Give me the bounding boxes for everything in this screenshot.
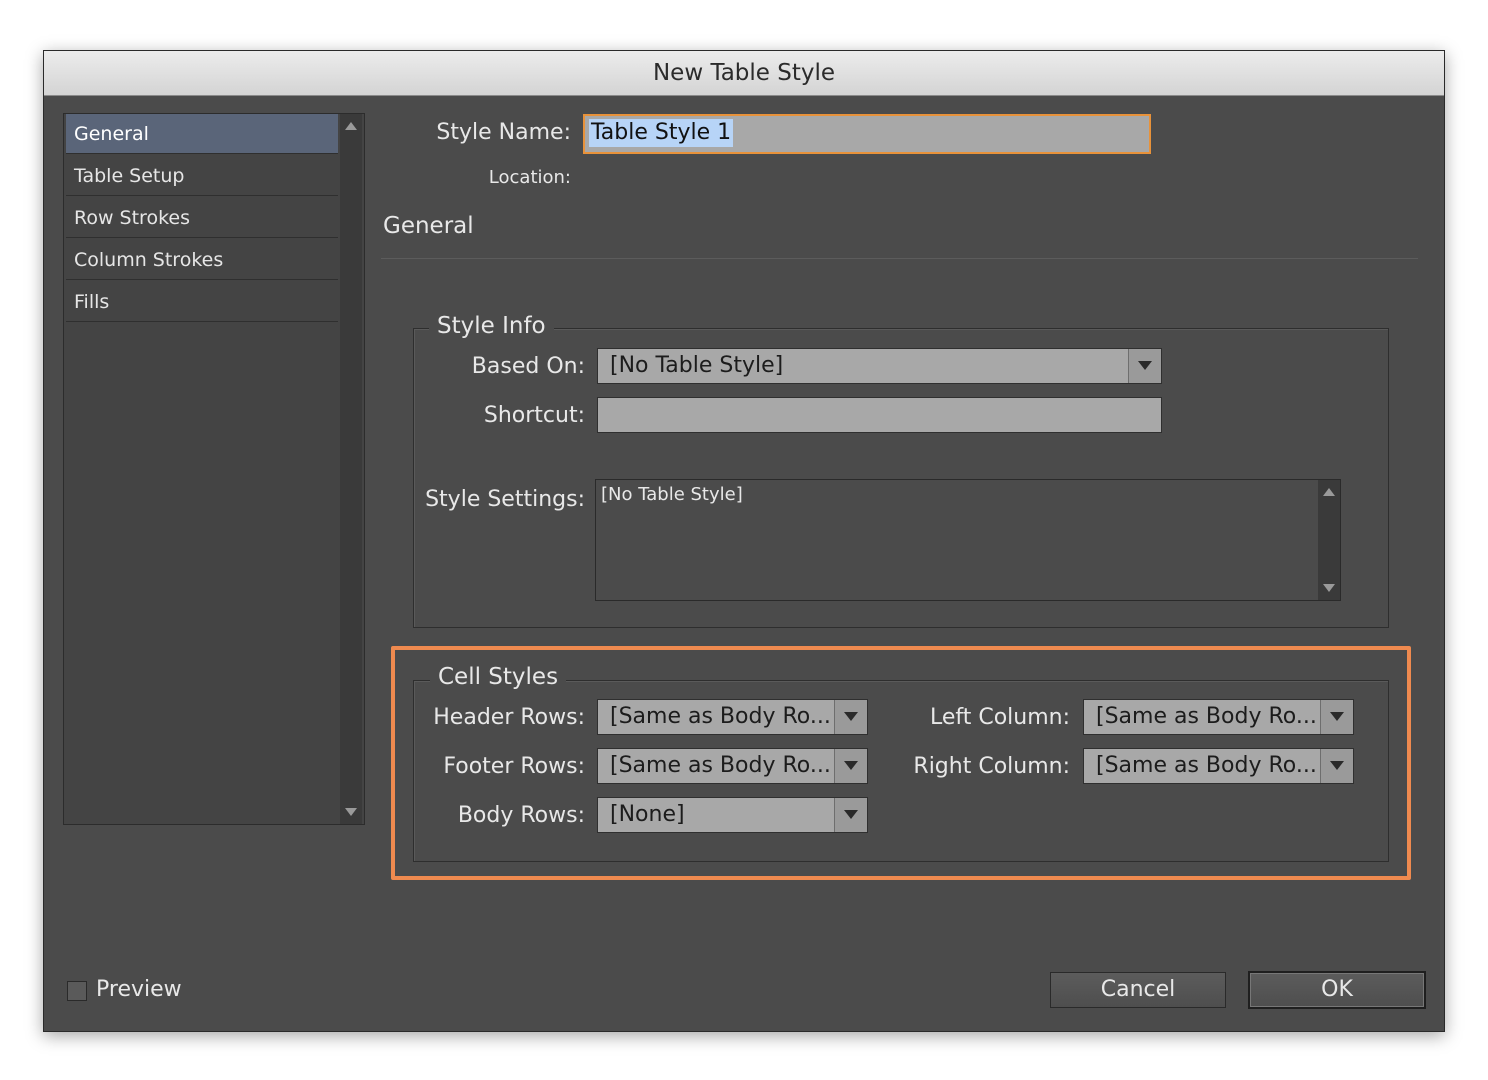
sidebar-item-column-strokes[interactable]: Column Strokes bbox=[66, 240, 338, 280]
cancel-button[interactable]: Cancel bbox=[1050, 972, 1226, 1008]
preview-label[interactable]: Preview bbox=[96, 977, 182, 1002]
style-name-value: Table Style 1 bbox=[589, 119, 734, 147]
shortcut-label: Shortcut: bbox=[483, 403, 585, 428]
sidebar-item-table-setup[interactable]: Table Setup bbox=[66, 156, 338, 196]
dialog-title: New Table Style bbox=[44, 51, 1444, 96]
style-info-legend: Style Info bbox=[429, 313, 554, 339]
preview-checkbox[interactable] bbox=[67, 981, 87, 1001]
location-label: Location: bbox=[488, 167, 571, 188]
category-list: General Table Setup Row Strokes Column S… bbox=[63, 113, 365, 825]
sidebar-scrollbar[interactable] bbox=[340, 114, 362, 824]
section-title: General bbox=[383, 213, 474, 239]
based-on-value: [No Table Style] bbox=[610, 353, 784, 378]
based-on-dropdown[interactable]: [No Table Style] bbox=[597, 348, 1162, 384]
scroll-down-icon[interactable] bbox=[1323, 584, 1335, 592]
chevron-down-icon[interactable] bbox=[1128, 349, 1161, 383]
style-settings-value: [No Table Style] bbox=[601, 484, 743, 505]
style-settings-label: Style Settings: bbox=[425, 487, 585, 512]
sidebar-item-row-strokes[interactable]: Row Strokes bbox=[66, 198, 338, 238]
scroll-down-icon[interactable] bbox=[345, 808, 357, 816]
ok-button[interactable]: OK bbox=[1248, 971, 1426, 1009]
shortcut-input[interactable] bbox=[597, 397, 1162, 433]
sidebar-item-general[interactable]: General bbox=[66, 114, 338, 154]
sidebar-item-fills[interactable]: Fills bbox=[66, 282, 338, 322]
new-table-style-dialog: New Table Style General Table Setup Row … bbox=[43, 50, 1445, 1032]
section-divider bbox=[381, 258, 1418, 259]
scroll-up-icon[interactable] bbox=[345, 122, 357, 130]
cell-styles-highlight bbox=[391, 646, 1411, 880]
style-name-label: Style Name: bbox=[436, 120, 571, 145]
scroll-up-icon[interactable] bbox=[1323, 488, 1335, 496]
based-on-label: Based On: bbox=[471, 354, 585, 379]
style-settings-textarea[interactable]: [No Table Style] bbox=[595, 479, 1341, 601]
style-name-input[interactable]: Table Style 1 bbox=[583, 114, 1151, 154]
style-settings-scrollbar[interactable] bbox=[1318, 480, 1340, 600]
